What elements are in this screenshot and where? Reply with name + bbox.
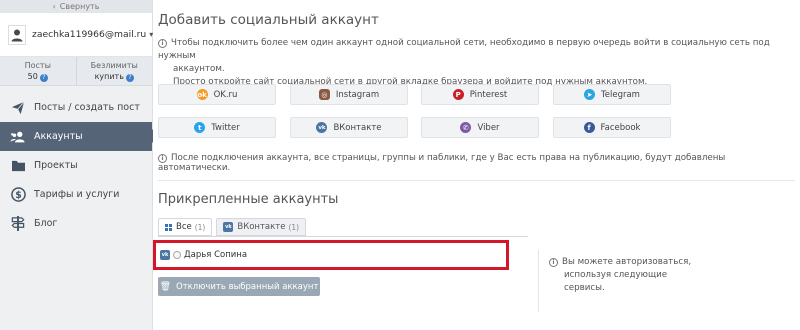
question-icon[interactable]: ? xyxy=(125,74,134,82)
divider xyxy=(158,180,795,181)
question-icon[interactable]: ? xyxy=(39,74,48,82)
paper-plane-icon xyxy=(10,100,26,116)
vk-icon: vk xyxy=(160,250,170,260)
users-icon xyxy=(10,129,26,145)
sidebar-item-projects[interactable]: Проекты xyxy=(0,151,152,180)
stat-unlimited: Безлимиты купить? xyxy=(75,57,153,85)
connect-telegram-button[interactable]: ➤ Telegram xyxy=(553,84,671,105)
side-note-rest: используя следующие сервисы. xyxy=(564,270,668,293)
account-radio[interactable] xyxy=(173,251,181,259)
twitter-icon: t xyxy=(194,122,206,133)
buy-link[interactable]: купить xyxy=(95,72,124,81)
connect-vk-button[interactable]: vk ВКонтакте xyxy=(290,117,408,138)
info-icon: i xyxy=(158,39,167,48)
tab-label: ВКонтакте xyxy=(237,222,286,232)
collapse-label: Свернуть xyxy=(59,2,100,11)
button-label: Twitter xyxy=(211,122,240,133)
user-menu[interactable]: zaechka119966@mail.ru ▾ xyxy=(0,13,153,57)
button-label: ВКонтакте xyxy=(333,122,382,133)
svg-text:$: $ xyxy=(15,190,22,201)
button-label: Telegram xyxy=(601,89,640,100)
tab-label: Все xyxy=(176,222,192,232)
user-icon xyxy=(11,29,23,41)
telegram-icon: ➤ xyxy=(584,89,596,100)
tab-count: (1) xyxy=(194,222,206,232)
user-email: zaechka119966@mail.ru xyxy=(32,29,147,40)
info-icon: i xyxy=(158,154,167,163)
side-note-first: Вы можете авторизоваться, xyxy=(562,257,692,267)
tab-underline xyxy=(158,236,528,237)
sidebar-item-label: Посты / создать пост xyxy=(34,102,140,113)
tab-all[interactable]: Все (1) xyxy=(158,218,213,236)
button-label: Instagram xyxy=(335,89,380,100)
sidebar-item-blog[interactable]: Блог xyxy=(0,209,152,238)
dollar-icon: $ xyxy=(10,187,26,203)
sidebar-item-label: Аккаунты xyxy=(34,131,83,142)
tab-vk[interactable]: vk ВКонтакте (1) xyxy=(216,218,307,236)
sidebar-item-posts[interactable]: Посты / создать пост xyxy=(0,93,152,122)
trash-icon: 🗑 xyxy=(159,281,171,292)
sidebar-nav: Посты / создать пост Аккаунты Проекты $ … xyxy=(0,93,159,238)
facebook-icon: f xyxy=(583,122,595,133)
account-tabs: Все (1) vk ВКонтакте (1) xyxy=(158,218,310,236)
stat-posts-label: Посты xyxy=(24,61,51,70)
connect-twitter-button[interactable]: t Twitter xyxy=(158,117,276,138)
tab-count: (1) xyxy=(288,222,300,232)
sidebar-item-label: Тарифы и услуги xyxy=(34,189,120,200)
button-label: Viber xyxy=(477,122,500,133)
info-line1: Чтобы подключить более чем один аккаунт … xyxy=(158,38,770,61)
add-account-title: Добавить социальный аккаунт xyxy=(158,12,379,28)
connect-pinterest-button[interactable]: P Pinterest xyxy=(421,84,539,105)
button-label: Отключить выбранный аккаунт xyxy=(176,281,319,292)
stats-bar: Посты 50? Безлимиты купить? xyxy=(0,57,152,86)
attached-accounts-title: Прикрепленные аккаунты xyxy=(158,192,339,207)
account-name: Дарья Сопина xyxy=(184,250,248,260)
info-connect-multiple: i Чтобы подключить более чем один аккаунт… xyxy=(158,37,793,89)
button-label: OK.ru xyxy=(213,89,238,100)
disconnect-account-button[interactable]: 🗑 Отключить выбранный аккаунт xyxy=(158,277,320,296)
info-icon: i xyxy=(549,258,558,267)
stat-posts-value: 50 xyxy=(27,72,38,81)
sidebar-item-label: Проекты xyxy=(34,160,78,171)
sidebar: ‹ Свернуть zaechka119966@mail.ru ▾ Посты … xyxy=(0,0,159,330)
info-auto-add: i После подключения аккаунта, все страниц… xyxy=(158,153,800,173)
connect-facebook-button[interactable]: f Facebook xyxy=(553,117,671,138)
stat-posts: Посты 50? xyxy=(0,57,76,85)
stat-unlimited-label: Безлимиты xyxy=(90,61,138,70)
avatar xyxy=(8,24,26,45)
vk-icon: vk xyxy=(223,222,234,232)
viber-icon: ✆ xyxy=(460,122,472,133)
account-row-highlight: vk Дарья Сопина xyxy=(153,240,509,270)
instagram-icon: ◎ xyxy=(318,89,330,100)
chevron-left-icon: ‹ xyxy=(52,2,56,11)
sidebar-item-label: Блог xyxy=(34,218,58,229)
connect-viber-button[interactable]: ✆ Viber xyxy=(421,117,539,138)
signpost-icon xyxy=(10,216,26,232)
auth-side-note: i Вы можете авторизоваться, используя сле… xyxy=(549,256,709,295)
connect-ok-button[interactable]: ok OK.ru xyxy=(158,84,276,105)
connect-instagram-button[interactable]: ◎ Instagram xyxy=(290,84,408,105)
folder-icon xyxy=(10,158,26,174)
grid-icon xyxy=(165,223,172,231)
info-line2: аккаунтом. xyxy=(173,64,225,74)
vertical-divider xyxy=(538,250,539,312)
vk-icon: vk xyxy=(316,122,328,133)
button-label: Pinterest xyxy=(469,89,508,100)
sidebar-item-tariffs[interactable]: $ Тарифы и услуги xyxy=(0,180,152,209)
sidebar-item-accounts[interactable]: Аккаунты xyxy=(0,122,159,151)
main-content: Добавить социальный аккаунт i Чтобы подкл… xyxy=(153,0,800,330)
ok-icon: ok xyxy=(196,89,208,100)
info-after-text: После подключения аккаунта, все страницы… xyxy=(158,153,726,173)
button-label: Facebook xyxy=(600,122,641,133)
collapse-button[interactable]: ‹ Свернуть xyxy=(0,0,152,13)
pinterest-icon: P xyxy=(452,89,464,100)
